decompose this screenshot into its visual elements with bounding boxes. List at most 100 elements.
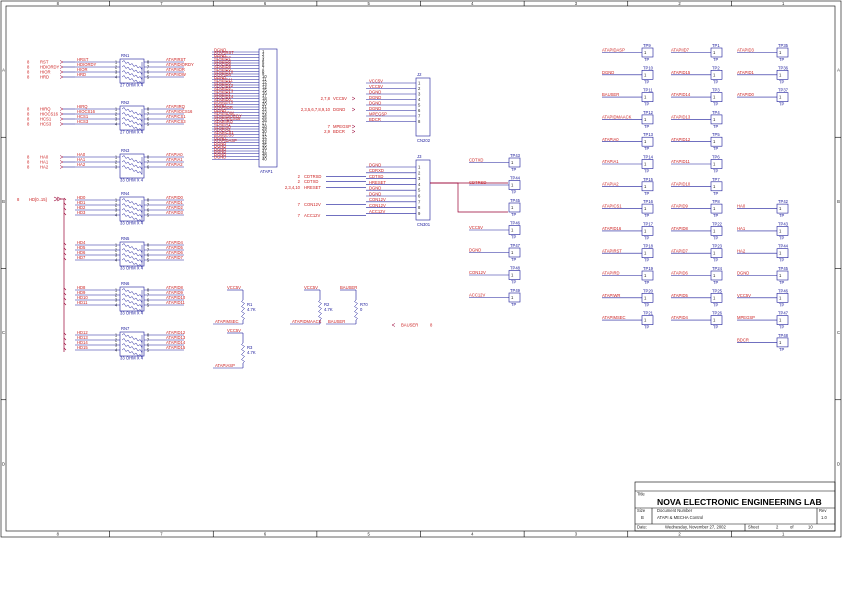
- part-ref: TP19: [643, 266, 654, 271]
- part-value: TP: [644, 169, 650, 174]
- net-label: DGND: [369, 106, 381, 111]
- test-point-tp26: TP26 1 TP ATAPID4: [671, 311, 723, 330]
- test-point-tp8: TP8 1 TP ATAPID9: [671, 199, 723, 218]
- resistor-r1: VCC5VR14.7KATAPIMSEC: [213, 285, 256, 325]
- part-value: 27 OHM X 4: [120, 83, 144, 88]
- part-ref: RN3: [121, 148, 130, 153]
- part-value: TP: [779, 280, 785, 285]
- part-value: TP: [713, 280, 719, 285]
- offpage-net: CON12V: [304, 202, 321, 207]
- part-value: TP: [713, 102, 719, 107]
- pin-number: 1: [644, 318, 647, 323]
- part-ref: TP35: [778, 43, 789, 48]
- part-value: 0: [360, 307, 363, 312]
- part-value: TP: [779, 325, 785, 330]
- net-label: VCC5V: [369, 78, 383, 83]
- part-ref: TP45: [778, 266, 789, 271]
- border-col-label: 2: [678, 532, 681, 537]
- border-col-label: 8: [57, 1, 60, 6]
- title-block: Title NOVA ELECTRONIC ENGINEERING LAB Size…: [634, 481, 836, 532]
- pin-number: 2: [418, 86, 421, 91]
- pin-number: 1: [713, 95, 716, 100]
- offpage-arrow-icon: [59, 165, 64, 169]
- part-ref: TP7: [712, 177, 720, 182]
- part-ref: TP9: [643, 43, 651, 48]
- offpage-pin: 2,3,4,10: [285, 185, 301, 190]
- part-ref: ATAP1: [260, 169, 273, 174]
- net-label: DGND: [369, 100, 381, 105]
- net-label: HA1: [737, 226, 746, 231]
- part-value: TP: [644, 124, 650, 129]
- offpage-net: VCC5V: [333, 96, 347, 101]
- net-label: HRD: [77, 72, 86, 77]
- part-value: TP: [511, 280, 517, 285]
- pin-number: 40: [262, 156, 267, 161]
- pin-number: 1: [779, 50, 782, 55]
- resistor-element: [121, 293, 143, 304]
- pullup-resistors: VCC5VR14.7KATAPIMSECVCC5VR24.7KATAPIDMAA…: [213, 285, 433, 369]
- size-value: B: [641, 515, 644, 520]
- pin-number: 1: [644, 162, 647, 167]
- connector-atapi-j1: DGND 1ATAPIRST 2DGND 3ATAPID7 4ATAPID8 5ATAPI…: [212, 47, 278, 174]
- net-label: ATAPID3: [737, 48, 755, 53]
- border-row-label: D: [2, 461, 5, 466]
- resistor-element: [121, 203, 143, 214]
- net-label: CON12V: [369, 203, 386, 208]
- part-ref: TP26: [712, 311, 723, 316]
- company-name: NOVA ELECTRONIC ENGINEERING LAB: [657, 497, 822, 507]
- part-ref: TP4: [712, 110, 720, 115]
- part-ref: TP13: [643, 132, 654, 137]
- net-label: DGND: [214, 155, 226, 160]
- test-point-tp21: TP21 1 TP ATAPIMSEC: [602, 311, 654, 330]
- offpage-arrow-icon: [351, 96, 356, 101]
- part-ref: TP15: [643, 177, 654, 182]
- net-label: VCC5V: [227, 285, 241, 290]
- resistor-network-rn3: RN31 8HA0 ATAPIA02 7HA1 ATAPIA13 6HA2 ATAPIA23…: [27, 148, 184, 183]
- pin-number: 1: [644, 228, 647, 233]
- test-point-tp5: TP5 1 TP ATAPID12: [671, 132, 723, 151]
- pin-number: 1: [511, 205, 514, 210]
- part-value: TP: [713, 235, 719, 240]
- net-label: ATAPIA0: [602, 137, 619, 142]
- test-point-tp10: TP10 1 TP DGND: [602, 65, 654, 84]
- resistor-element: [318, 299, 322, 321]
- border-col-label: 6: [264, 532, 267, 537]
- net-label: DGND: [602, 70, 614, 75]
- part-value: TP: [644, 191, 650, 196]
- resistor-element: [121, 60, 143, 71]
- resistor-element: [121, 333, 143, 344]
- offpage-pin: 2: [298, 179, 301, 184]
- resistor-element: [121, 70, 143, 81]
- schematic-canvas: 8877665544332211A AB BC CD DTitleNOVA ELECTR…: [0, 0, 842, 538]
- part-value: TP: [779, 213, 785, 218]
- part-value: TP: [511, 212, 517, 217]
- docnum-value: ATAPI & MECHA Control: [657, 515, 703, 520]
- pin-number: 1: [713, 206, 716, 211]
- pin-number: 1: [418, 165, 421, 170]
- part-ref: TP6: [712, 155, 720, 160]
- border-row-label: B: [837, 199, 840, 204]
- part-value: TP: [511, 235, 517, 240]
- test-point-tp1: TP1 1 TP ATAPIID7: [671, 43, 723, 62]
- test-point-tp45: TP45 1 TP: [508, 198, 521, 217]
- part-ref: TP43: [778, 221, 789, 226]
- part-value: TP: [779, 57, 785, 62]
- part-ref: TP8: [712, 199, 720, 204]
- pin-number: 1: [511, 250, 514, 255]
- net-label: ATAPIA2: [166, 162, 183, 167]
- test-point-tp43: TP43 1 TP HA1: [737, 221, 789, 240]
- part-ref: TP23: [712, 244, 723, 249]
- resistor-r3: VCC5VR34.7KATAPIASP: [213, 328, 256, 369]
- net-label: MPEGSP: [369, 111, 387, 116]
- part-ref: TP44: [778, 244, 789, 249]
- test-point-tp13: TP13 1 TP ATAPIA0: [602, 132, 654, 151]
- net-label: ATAPIMSEC: [602, 315, 626, 320]
- net-label: ATAPIMSEC: [215, 319, 239, 324]
- net-label: DGND: [369, 191, 381, 196]
- part-value: TP: [713, 258, 719, 263]
- part-value: 4.7K: [247, 350, 256, 355]
- net-label: ATAPID11: [166, 300, 186, 305]
- part-ref: TP3: [712, 88, 720, 93]
- resistor-element: [241, 299, 245, 321]
- net-label: ATAPID12: [671, 137, 691, 142]
